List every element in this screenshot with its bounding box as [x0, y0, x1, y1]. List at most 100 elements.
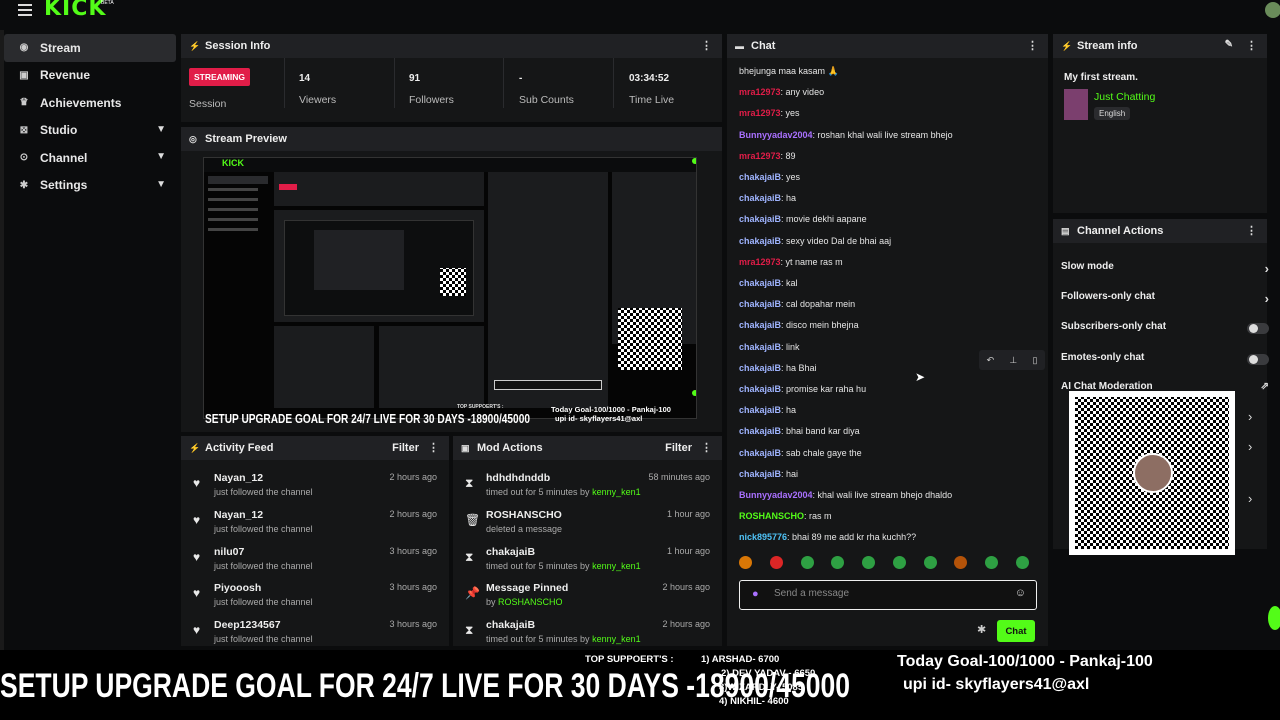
username[interactable]: chakajaiB	[486, 546, 535, 558]
chat-username[interactable]: chakajaiB	[739, 214, 781, 224]
chat-username[interactable]: chakajaiB	[739, 469, 781, 479]
username[interactable]: chakajaiB	[486, 619, 535, 631]
activity-text: just followed the channel	[214, 487, 313, 497]
emote-icon[interactable]	[1015, 556, 1029, 569]
send-chat-button[interactable]: Chat	[997, 620, 1035, 642]
chat-username[interactable]: chakajaiB	[739, 172, 781, 182]
kick-logo[interactable]: KICK	[44, 0, 106, 21]
chat-message-input[interactable]	[774, 588, 994, 599]
chat-username[interactable]: mra12973	[739, 151, 781, 161]
chat-message: chakajaiB: sab chale gaye the	[739, 448, 862, 458]
chat-message: chakajaiB: ha	[739, 193, 796, 203]
username[interactable]: hdhdhdnddb	[486, 472, 550, 484]
more-options-icon[interactable]: ⋮	[1027, 39, 1038, 52]
username[interactable]: Nayan_12	[214, 509, 263, 521]
chat-input-box: ● ☺	[739, 580, 1037, 610]
moderator-name[interactable]: kenny_ken1	[592, 634, 641, 644]
emote-bar	[739, 556, 1029, 569]
pin-icon[interactable]: ⊥	[1009, 355, 1017, 366]
username[interactable]: Deep1234567	[214, 619, 281, 631]
emote-icon[interactable]	[739, 556, 752, 569]
chat-username[interactable]: chakajaiB	[739, 363, 781, 373]
sidebar-item-channel[interactable]: ⊙ Channel ▼	[4, 144, 176, 172]
menu-icon[interactable]	[18, 4, 32, 16]
followers-only-row[interactable]: Followers-only chat ›	[1061, 291, 1269, 311]
panel-title: Chat	[751, 40, 776, 52]
category-thumbnail[interactable]	[1064, 89, 1088, 120]
stat-label: Time Live	[629, 94, 675, 106]
chat-username[interactable]: chakajaiB	[739, 384, 781, 394]
reply-icon[interactable]: ↶	[987, 355, 995, 366]
time-live-stat: 03:34:52 Time Live	[629, 72, 674, 106]
category-link[interactable]: Just Chatting	[1094, 91, 1155, 103]
chat-text: : bhai 89 me add kr rha kuchh??	[787, 532, 917, 543]
chat-username[interactable]: mra12973	[739, 108, 781, 118]
chat-username[interactable]: chakajaiB	[739, 236, 781, 246]
chat-username[interactable]: chakajaiB	[739, 448, 781, 458]
chevron-down-icon: ▼	[156, 151, 166, 162]
moderator-name[interactable]: ROSHANSCHO	[498, 597, 563, 607]
chat-username[interactable]: ROSHANSCHO	[739, 511, 804, 521]
username[interactable]: Piyooosh	[214, 582, 261, 594]
chat-username[interactable]: chakajaiB	[739, 320, 781, 330]
filter-button[interactable]: Filter	[665, 442, 692, 454]
emote-icon[interactable]	[954, 556, 968, 569]
slow-mode-row[interactable]: Slow mode ›	[1061, 261, 1269, 281]
chat-text: : movie dekhi aapane	[781, 214, 867, 225]
emote-icon[interactable]	[985, 556, 999, 569]
bolt-icon: ⚡	[1061, 40, 1073, 51]
panel-title: Channel Actions	[1077, 225, 1164, 237]
viewers-stat: 14 Viewers	[299, 72, 336, 106]
emote-icon[interactable]	[800, 556, 814, 569]
beta-tag: BETA	[101, 0, 114, 6]
chat-username[interactable]: mra12973	[739, 87, 781, 97]
more-options-icon[interactable]: ⋮	[701, 441, 712, 454]
filter-button[interactable]: Filter	[392, 442, 419, 454]
sidebar-item-revenue[interactable]: ▣ Revenue	[4, 62, 176, 90]
stream-preview-video[interactable]: KICK	[203, 157, 697, 419]
chat-text: : hai	[781, 468, 799, 479]
more-options-icon[interactable]: ⋮	[1246, 39, 1257, 52]
edit-icon[interactable]: ✎	[1225, 39, 1233, 50]
floating-action-button[interactable]	[1268, 606, 1280, 630]
username[interactable]: nilu07	[214, 546, 244, 558]
chat-username[interactable]: chakajaiB	[739, 278, 781, 288]
gear-icon[interactable]: ✱	[977, 623, 986, 636]
upi-text: upi id- skyflayers41@axl	[903, 676, 1090, 693]
emote-icon[interactable]	[923, 556, 937, 569]
sidebar-item-settings[interactable]: ✱ Settings ▼	[4, 172, 176, 200]
user-avatar[interactable]	[1265, 2, 1280, 18]
username[interactable]: ROSHANSCHO	[486, 509, 562, 521]
trash-icon[interactable]: ▯	[1032, 355, 1037, 366]
more-options-icon[interactable]: ⋮	[1246, 224, 1257, 237]
username[interactable]: Nayan_12	[214, 472, 263, 484]
chat-username[interactable]: chakajaiB	[739, 193, 781, 203]
chat-username[interactable]: chakajaiB	[739, 299, 781, 309]
subscribers-only-toggle[interactable]	[1247, 323, 1269, 334]
emote-icon[interactable]	[769, 556, 783, 569]
emotes-only-toggle[interactable]	[1247, 354, 1269, 365]
more-options-icon[interactable]: ⋮	[428, 441, 439, 454]
emoji-icon[interactable]: ☺	[1015, 587, 1026, 599]
chat-username[interactable]: chakajaiB	[739, 405, 781, 415]
mic-icon[interactable]: ●	[752, 588, 759, 600]
chat-username[interactable]: nick895776	[739, 532, 787, 542]
sidebar-item-achievements[interactable]: ♛ Achievements	[4, 89, 176, 117]
chat-username[interactable]: chakajaiB	[739, 426, 781, 436]
chat-text: : promise kar raha hu	[781, 384, 867, 394]
chat-username[interactable]: mra12973	[739, 257, 781, 267]
emote-icon[interactable]	[831, 556, 845, 569]
chat-username[interactable]: chakajaiB	[739, 342, 781, 352]
sidebar-item-studio[interactable]: ⊠ Studio ▼	[4, 117, 176, 145]
session-stat: STREAMING Session	[189, 68, 250, 110]
emote-icon[interactable]	[862, 556, 876, 569]
emote-icon[interactable]	[892, 556, 906, 569]
moderator-name[interactable]: kenny_ken1	[592, 561, 641, 571]
trash-icon: 🗑	[465, 513, 481, 527]
more-options-icon[interactable]: ⋮	[701, 39, 712, 52]
chat-username[interactable]: Bunnyyadav2004	[739, 490, 813, 500]
sidebar-item-stream[interactable]: ◉ Stream	[4, 34, 176, 62]
chat-username[interactable]: Bunnyyadav2004	[739, 130, 813, 140]
moderator-name[interactable]: kenny_ken1	[592, 487, 641, 497]
preview-goal-text: SETUP UPGRADE GOAL FOR 24/7 LIVE FOR 30 …	[205, 411, 530, 426]
